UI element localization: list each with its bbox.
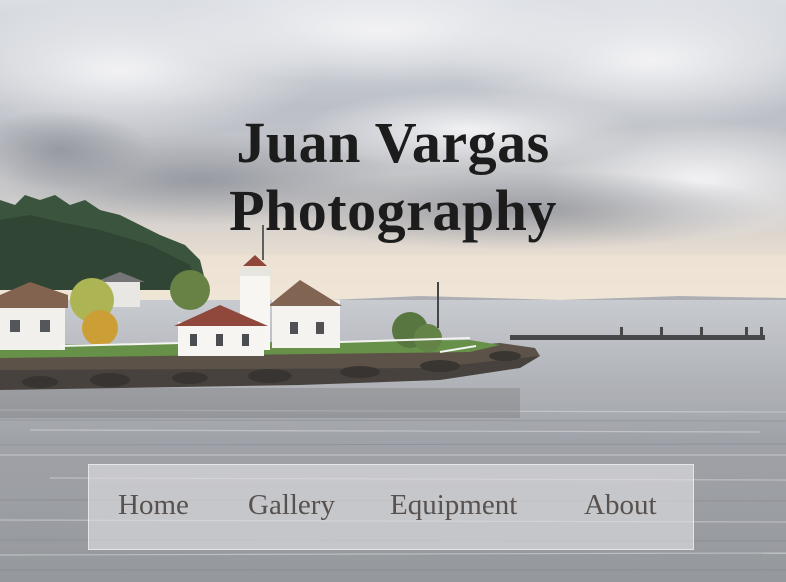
- nav-link-about[interactable]: About: [584, 489, 657, 522]
- site-title-line-1: Juan Vargas: [236, 109, 550, 175]
- site-title-line-2: Photography: [229, 177, 557, 243]
- main-navigation: Home Gallery Equipment About: [88, 464, 694, 550]
- nav-link-home[interactable]: Home: [118, 489, 189, 522]
- nav-link-equipment[interactable]: Equipment: [390, 489, 517, 522]
- nav-link-gallery[interactable]: Gallery: [248, 489, 335, 522]
- site-title: Juan Vargas Photography: [0, 109, 786, 245]
